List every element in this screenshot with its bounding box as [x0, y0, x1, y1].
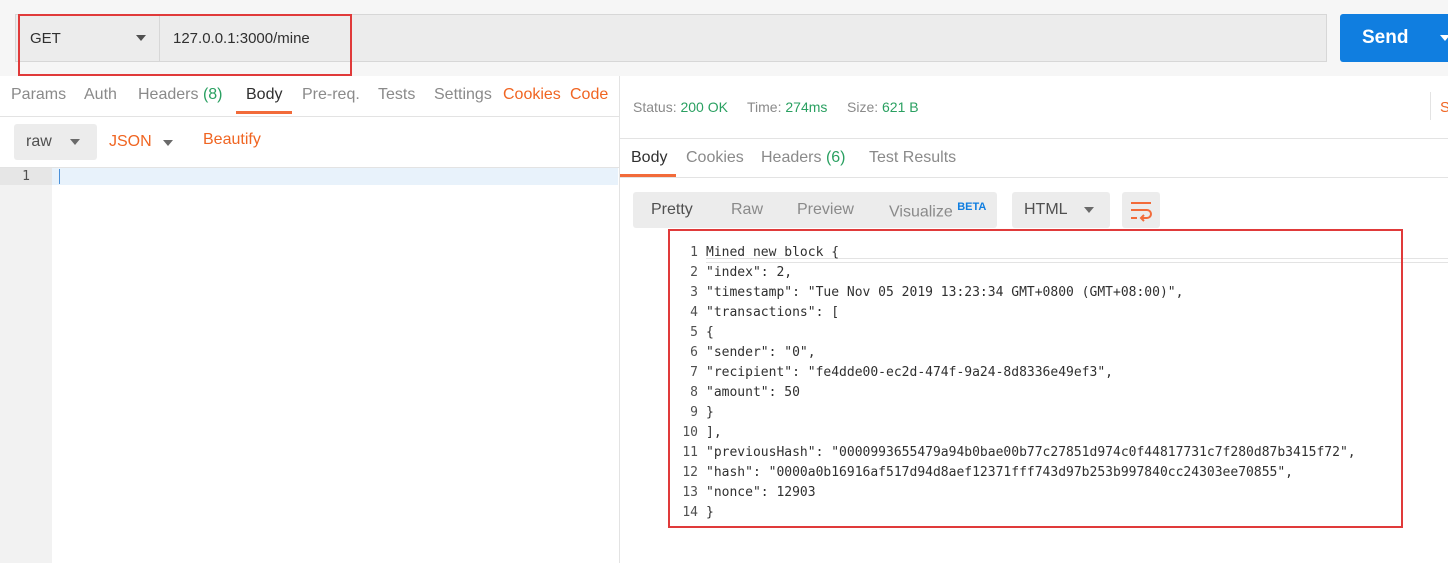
editor-gutter	[0, 168, 52, 563]
line-number: 1	[0, 168, 52, 185]
text-cursor	[59, 169, 60, 184]
beta-badge: BETA	[957, 201, 987, 213]
active-tab-underline	[236, 111, 292, 114]
response-tabs	[620, 138, 1448, 178]
view-raw[interactable]: Raw	[731, 201, 763, 219]
resp-tab-body[interactable]: Body	[631, 149, 667, 167]
body-editor[interactable]	[0, 167, 619, 564]
status-value: 200 OK	[680, 99, 728, 115]
time-value: 274ms	[785, 99, 828, 115]
tab-tests[interactable]: Tests	[378, 86, 415, 104]
chevron-down-icon	[70, 139, 80, 145]
highlight-box-response	[668, 229, 1403, 528]
chevron-down-icon	[163, 140, 173, 146]
chevron-down-icon	[1084, 207, 1094, 213]
tab-body[interactable]: Body	[246, 86, 282, 104]
resp-tab-cookies[interactable]: Cookies	[686, 149, 744, 167]
view-preview[interactable]: Preview	[797, 201, 854, 219]
view-pretty[interactable]: Pretty	[651, 201, 693, 219]
request-tabs: Params Auth Headers (8) Body Pre-req. Te…	[0, 76, 619, 117]
tab-params[interactable]: Params	[11, 86, 66, 104]
code-link[interactable]: Code	[570, 86, 608, 104]
headers-count: (8)	[202, 86, 223, 103]
tab-pre-request[interactable]: Pre-req.	[302, 86, 360, 104]
resp-tab-test-results[interactable]: Test Results	[869, 149, 956, 167]
response-format-select[interactable]: HTML	[1012, 192, 1110, 228]
wrap-icon	[1131, 202, 1152, 222]
divider	[1430, 92, 1431, 120]
status-indicator: Status: 200 OK	[633, 99, 728, 115]
view-visualize[interactable]: Visualize BETA	[889, 201, 986, 221]
highlight-box-request	[18, 14, 352, 76]
active-resp-tab-underline	[620, 174, 676, 177]
beautify-button[interactable]: Beautify	[203, 131, 261, 149]
send-label: Send	[1362, 27, 1409, 48]
editor-active-line[interactable]	[52, 168, 618, 185]
resp-headers-count: (6)	[825, 149, 846, 166]
body-mode-select[interactable]: raw	[14, 124, 97, 160]
cookies-link[interactable]: Cookies	[503, 86, 561, 104]
tab-headers[interactable]: Headers (8)	[138, 86, 223, 104]
send-button[interactable]: Send	[1340, 14, 1448, 62]
body-format-select[interactable]: JSON	[109, 133, 152, 151]
time-indicator: Time: 274ms	[747, 99, 828, 115]
size-value: 621 B	[882, 99, 919, 115]
tab-auth[interactable]: Auth	[84, 86, 117, 104]
body-mode-label: raw	[26, 133, 52, 150]
save-response-link[interactable]: S	[1440, 99, 1448, 116]
size-indicator: Size: 621 B	[847, 99, 919, 115]
wrap-lines-button[interactable]	[1122, 192, 1160, 228]
tab-settings[interactable]: Settings	[434, 86, 492, 104]
resp-tab-headers[interactable]: Headers (6)	[761, 149, 846, 167]
chevron-down-icon	[1440, 35, 1448, 41]
